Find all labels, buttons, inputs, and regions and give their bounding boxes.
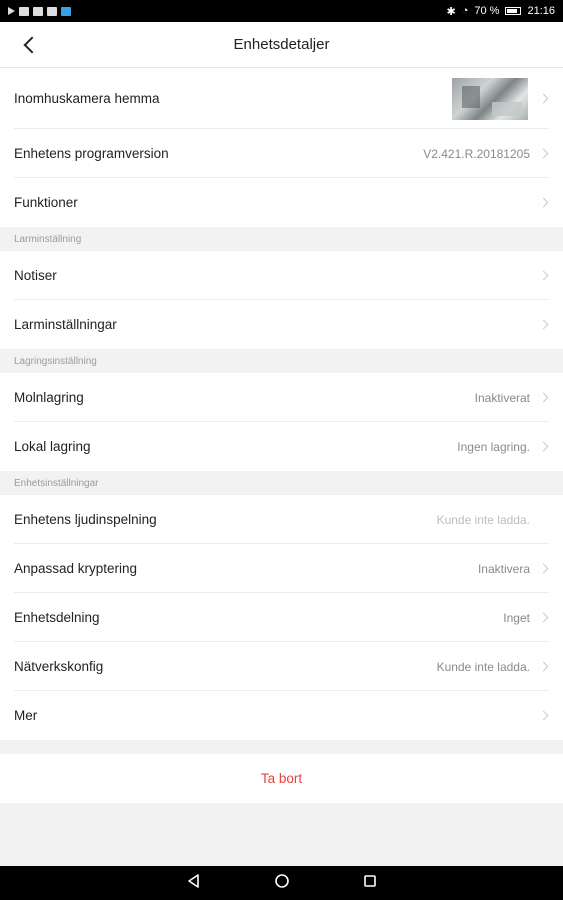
app-icon [61, 6, 71, 16]
row-label: Enhetens ljudinspelning [14, 512, 157, 527]
chevron-right-icon [538, 392, 549, 403]
chevron-right-icon [538, 612, 549, 623]
status-system-icons: ✱ ◔ 70 % 21:16 [447, 5, 555, 18]
chevron-right-icon [538, 319, 549, 330]
delete-device-button[interactable]: Ta bort [0, 754, 563, 803]
device-sharing-row[interactable]: Enhetsdelning Inget [0, 593, 563, 642]
status-bar: ✱ ◔ 70 % 21:16 [0, 0, 563, 22]
chevron-right-icon [538, 270, 549, 281]
functions-row[interactable]: Funktioner [0, 178, 563, 227]
page-title: Enhetsdetaljer [233, 36, 330, 53]
bluetooth-icon: ✱ [446, 5, 456, 18]
row-label: Nätverkskonfig [14, 659, 104, 674]
row-label: Funktioner [14, 195, 78, 210]
spacer [0, 740, 563, 754]
chevron-right-icon [538, 441, 549, 452]
battery-icon [505, 7, 522, 15]
firmware-version-row[interactable]: Enhetens programversion V2.421.R.2018120… [0, 129, 563, 178]
row-value: Kunde inte ladda. [436, 659, 530, 674]
back-button[interactable] [20, 33, 42, 57]
camera-thumbnail [452, 77, 528, 120]
section-header-storage: Lagringsinställning [0, 349, 563, 373]
chevron-right-icon [538, 661, 549, 672]
row-label: Inomhuskamera hemma [14, 91, 160, 106]
section-header-device: Enhetsinställningar [0, 471, 563, 495]
audio-recording-row[interactable]: Enhetens ljudinspelning Kunde inte ladda… [0, 495, 563, 544]
delete-label: Ta bort [260, 771, 303, 786]
row-value: Inaktivera [477, 561, 530, 576]
chevron-right-icon [538, 93, 549, 104]
network-config-row[interactable]: Nätverkskonfig Kunde inte ladda. [0, 642, 563, 691]
image-icon [19, 6, 29, 16]
chevron-right-icon [538, 148, 549, 159]
message-icon [33, 6, 43, 16]
chevron-right-icon [538, 710, 549, 721]
triangle-back-icon[interactable] [186, 873, 202, 894]
device-name-row[interactable]: Inomhuskamera hemma [0, 68, 563, 129]
settings-list: Inomhuskamera hemma Enhetens programvers… [0, 68, 563, 803]
mail-icon [47, 6, 57, 16]
row-value: Inget [503, 610, 530, 625]
status-notification-icons [8, 6, 71, 16]
row-label: Notiser [14, 268, 57, 283]
square-recent-icon[interactable] [362, 873, 378, 894]
chevron-right-icon [538, 563, 549, 574]
row-label: Larminställningar [14, 317, 117, 332]
row-label: Molnlagring [14, 390, 84, 405]
row-label: Enhetens programversion [14, 146, 169, 161]
row-label: Lokal lagring [14, 439, 91, 454]
row-label: Anpassad kryptering [14, 561, 138, 576]
alarm-settings-row[interactable]: Larminställningar [0, 300, 563, 349]
notifications-row[interactable]: Notiser [0, 251, 563, 300]
clock: 21:16 [527, 5, 555, 17]
circle-home-icon[interactable] [274, 873, 290, 894]
row-value: Ingen lagring. [457, 439, 530, 454]
play-icon [8, 7, 15, 15]
app-header: Enhetsdetaljer [0, 22, 563, 68]
system-navigation-bar [0, 866, 563, 900]
row-value: Inaktiverat [474, 390, 530, 405]
local-storage-row[interactable]: Lokal lagring Ingen lagring. [0, 422, 563, 471]
row-label: Enhetsdelning [14, 610, 100, 625]
row-value: V2.421.R.20181205 [423, 146, 530, 161]
row-value: Kunde inte ladda. [436, 512, 530, 527]
chevron-right-icon [538, 197, 549, 208]
battery-percent: 70 % [474, 5, 500, 17]
cloud-storage-row[interactable]: Molnlagring Inaktiverat [0, 373, 563, 422]
row-label: Mer [14, 708, 38, 723]
more-row[interactable]: Mer [0, 691, 563, 740]
section-header-alarm: Larminställning [0, 227, 563, 251]
custom-encryption-row[interactable]: Anpassad kryptering Inaktivera [0, 544, 563, 593]
wifi-icon: ◔ [461, 5, 469, 17]
